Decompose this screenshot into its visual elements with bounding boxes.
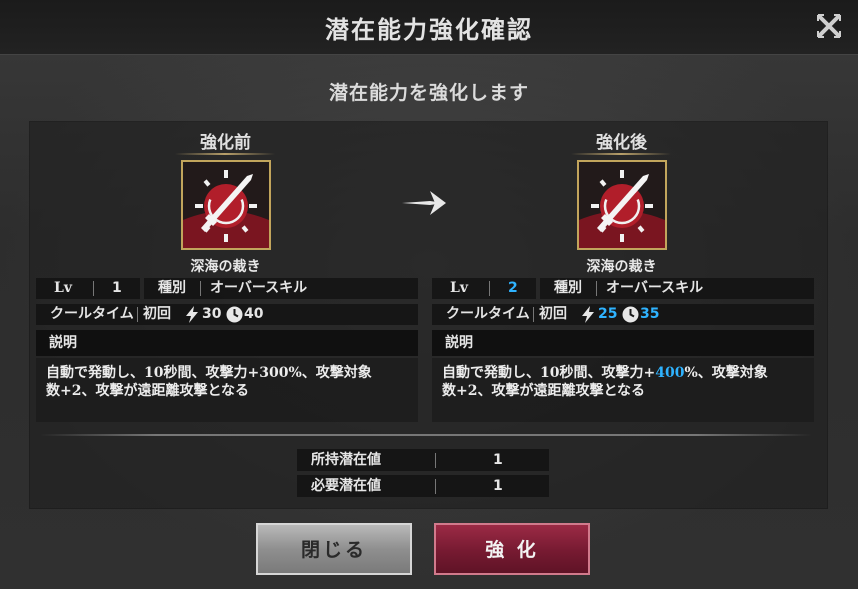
type-label: 種別 <box>554 280 582 296</box>
desc-line-2: 数+2、攻撃が遠距離攻撃となる <box>46 383 250 399</box>
desc-line-2: 数+2、攻撃が遠距離攻撃となる <box>442 383 646 399</box>
desc-body-before: 自動で発動し、10秒間、攻撃力+300%、攻撃対象 数+2、攻撃が遠距離攻撃とな… <box>36 358 418 422</box>
lv-row-after: Lv 2 <box>432 278 536 299</box>
separator <box>137 307 138 322</box>
type-value-after: オーバースキル <box>606 280 704 296</box>
desc-label: 説明 <box>49 335 77 351</box>
attack-bonus-after: 400 <box>655 365 685 381</box>
lightning-icon <box>581 306 595 327</box>
lv-row-before: Lv 1 <box>36 278 140 299</box>
desc-line-1: 自動で発動し、10秒間、攻撃力+400%、攻撃対象 <box>442 365 768 381</box>
cooltime-label: クールタイム <box>50 306 134 322</box>
skill-icon-after <box>577 160 667 250</box>
initial-label: 初回 <box>539 306 567 322</box>
cooltime-label: クールタイム <box>446 306 530 322</box>
separator <box>596 281 597 296</box>
comparison-panel: 強化前 深海の裁き Lv 1 種別 オーバースキル クールタイム 初回 30 4… <box>30 122 827 508</box>
after-heading: 強化後 <box>596 133 647 153</box>
clock-icon <box>226 306 243 327</box>
owned-potential-label: 所持潜在値 <box>311 452 381 468</box>
desc-body-after: 自動で発動し、10秒間、攻撃力+400%、攻撃対象 数+2、攻撃が遠距離攻撃とな… <box>432 358 814 422</box>
recast-value-before: 40 <box>244 306 264 322</box>
lv-label: Lv <box>450 280 468 296</box>
separator <box>489 281 490 296</box>
attack-bonus-before: 300 <box>259 365 289 381</box>
separator <box>200 281 201 296</box>
separator <box>93 281 94 296</box>
type-row-before: 種別 オーバースキル <box>144 278 418 299</box>
panel-divider <box>40 434 812 436</box>
dialog-title: 潜在能力強化確認 <box>325 15 533 44</box>
separator <box>533 307 534 322</box>
lv-value-before: 1 <box>112 280 122 296</box>
dialog-subtitle: 潜在能力を強化します <box>328 82 529 104</box>
desc-line-1: 自動で発動し、10秒間、攻撃力+300%、攻撃対象 <box>46 365 372 381</box>
cooltime-row-after: クールタイム 初回 25 35 <box>432 304 814 325</box>
before-heading: 強化前 <box>200 133 251 153</box>
skill-name-after: 深海の裁き <box>586 259 657 275</box>
initial-label: 初回 <box>143 306 171 322</box>
type-value-before: オーバースキル <box>210 280 308 296</box>
desc-label: 説明 <box>445 335 473 351</box>
skill-name-before: 深海の裁き <box>190 259 261 275</box>
recast-value-after: 35 <box>640 306 660 322</box>
initial-value-after: 25 <box>598 306 618 322</box>
desc-header-after: 説明 <box>432 330 814 356</box>
owned-potential-row: 所持潜在値 1 <box>297 449 549 471</box>
required-potential-value: 1 <box>493 478 503 494</box>
separator <box>435 453 436 468</box>
required-potential-label: 必要潜在値 <box>311 478 381 494</box>
close-icon[interactable] <box>816 13 842 39</box>
lv-value-after: 2 <box>508 280 518 296</box>
lv-label: Lv <box>54 280 72 296</box>
after-column: 強化後 深海の裁き Lv 2 種別 オーバースキル クールタイム 初回 25 3… <box>429 122 814 427</box>
required-potential-row: 必要潜在値 1 <box>297 475 549 497</box>
cooltime-row-before: クールタイム 初回 30 40 <box>36 304 418 325</box>
type-label: 種別 <box>158 280 186 296</box>
separator <box>435 479 436 494</box>
heading-underline <box>175 153 275 155</box>
enhance-button[interactable]: 強 化 <box>434 523 590 575</box>
owned-potential-value: 1 <box>493 452 503 468</box>
initial-value-before: 30 <box>202 306 222 322</box>
desc-header-before: 説明 <box>36 330 418 356</box>
dialog: 潜在能力強化確認 潜在能力を強化します 強化前 深海の裁き Lv 1 種別 オー… <box>0 0 858 589</box>
lightning-icon <box>185 306 199 327</box>
heading-underline <box>571 153 671 155</box>
close-button[interactable]: 閉じる <box>256 523 412 575</box>
type-row-after: 種別 オーバースキル <box>540 278 814 299</box>
dialog-header: 潜在能力強化確認 <box>0 0 858 55</box>
clock-icon <box>622 306 639 327</box>
skill-icon-before <box>181 160 271 250</box>
before-column: 強化前 深海の裁き Lv 1 種別 オーバースキル クールタイム 初回 30 4… <box>33 122 418 427</box>
